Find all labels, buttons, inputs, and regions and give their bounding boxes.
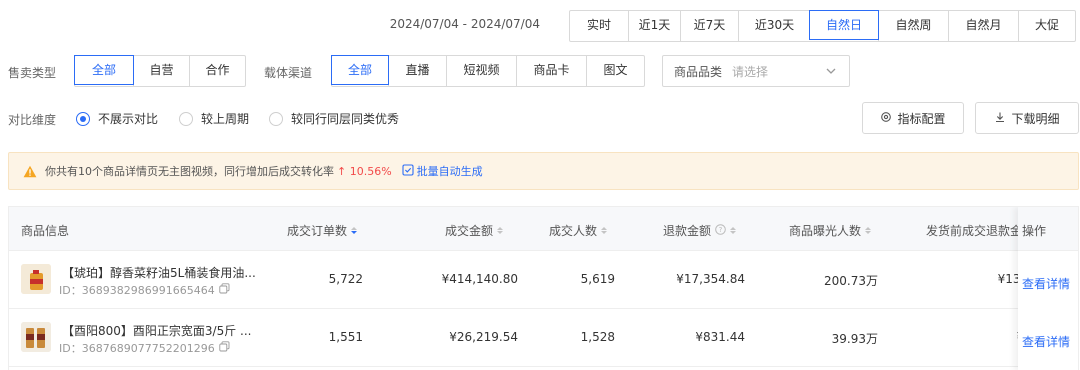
copy-icon[interactable] [219,283,230,297]
product-id: ID：3687689077752201296 [59,340,230,356]
period-big-promo[interactable]: 大促 [1018,11,1075,41]
col-exposure-label: 商品曝光人数 [789,224,862,238]
period-7days[interactable]: 近7天 [680,11,738,41]
date-row: 2024/07/04 - 2024/07/04 实时 近1天 近7天 近30天 … [0,10,1080,42]
alert-text: 你共有10个商品详情页无主图视频，同行增加后成交转化率 [45,165,334,178]
compare-peer-radio[interactable]: 较同行同层同类优秀 [269,110,399,127]
channel-tabs: 全部 直播 短视频 商品卡 图文 [331,55,645,87]
metrics-config-button[interactable]: 指标配置 [862,102,964,134]
gear-icon [880,111,892,126]
col-refund-label: 退款金额 [663,224,712,238]
channel-product-card[interactable]: 商品卡 [516,56,586,86]
cell-exposure: 39.93万 [831,332,878,346]
download-icon [994,111,1006,126]
radio-unchecked-icon [179,111,193,126]
col-refund[interactable]: 退款金额 ? [663,222,737,239]
metrics-config-label: 指标配置 [897,111,946,126]
col-orders-label: 成交订单数 [287,224,348,238]
table-row: 【酉阳800】酉阳正宗宽面3/5斤 ... ID：368768907775220… [9,309,1078,367]
sale-type-label: 售卖类型 [8,66,57,80]
cell-refund: ¥831.44 [695,330,745,344]
sort-icon [497,227,504,234]
product-id-text: ID：3689382986991665464 [59,284,215,297]
col-operation: 操作 [1018,207,1078,251]
product-id: ID：3689382986991665464 [59,282,230,298]
cell-orders: 5,722 [328,272,363,286]
sort-icon [601,227,608,234]
cell-exposure: 200.73万 [824,274,878,288]
sort-icon [865,227,872,234]
product-id-text: ID：3687689077752201296 [59,342,215,355]
period-natural-day[interactable]: 自然日 [809,10,879,40]
table-header: 商品信息 成交订单数 成交金额 成交人数 退款金额 ? 商品曝光人数 发货前成交… [9,207,1078,251]
compare-last-period-label: 较上周期 [201,112,250,126]
radio-unchecked-icon [269,111,283,126]
svg-text:?: ? [719,226,723,234]
compare-peer-label: 较同行同层同类优秀 [291,112,400,126]
date-range[interactable]: 2024/07/04 - 2024/07/04 [390,17,540,31]
period-tabs: 实时 近1天 近7天 近30天 自然日 自然周 自然月 大促 [569,10,1076,42]
table-row: 【琥珀】醇香菜籽油5L桶装食用油... ID：36893829869916654… [9,251,1078,309]
compare-row: 对比维度 不展示对比 较上周期 较同行同层同类优秀 指标配置 下载明细 [0,102,1080,134]
period-realtime[interactable]: 实时 [570,11,628,41]
col-buyers[interactable]: 成交人数 [549,222,608,239]
cell-orders: 1,551 [328,330,363,344]
channel-image-text[interactable]: 图文 [586,56,644,86]
view-detail-link[interactable]: 查看详情 [1022,275,1070,292]
warning-icon [23,165,37,178]
channel-label: 载体渠道 [264,66,313,80]
chevron-down-icon [825,65,837,80]
period-30days[interactable]: 近30天 [738,11,810,41]
alert-rate: ↑ 10.56% [337,164,392,178]
product-name[interactable]: 【酉阳800】酉阳正宗宽面3/5斤 ... [62,322,251,339]
radio-checked-icon [76,111,90,126]
col-product-info: 商品信息 [21,224,70,238]
sale-type-all[interactable]: 全部 [74,55,134,85]
product-image[interactable] [21,264,51,294]
cell-amount: ¥26,219.54 [449,330,518,344]
copy-icon[interactable] [219,341,230,355]
operation-column: 操作 查看详情 查看详情 [1018,207,1078,370]
cell-refund: ¥17,354.84 [676,272,745,286]
cell-buyers: 5,619 [580,272,615,286]
period-natural-month[interactable]: 自然月 [948,11,1018,41]
channel-all[interactable]: 全部 [331,55,389,85]
col-amount[interactable]: 成交金额 [445,222,504,239]
product-image[interactable] [21,322,51,352]
checkbox-icon [402,163,414,179]
col-amount-label: 成交金额 [445,224,494,238]
compare-none-label: 不展示对比 [98,112,159,126]
compare-none-radio[interactable]: 不展示对比 [76,110,158,127]
period-natural-week[interactable]: 自然周 [878,11,948,41]
col-exposure[interactable]: 商品曝光人数 [789,222,872,239]
cell-amount: ¥414,140.80 [441,272,518,286]
channel-short-video[interactable]: 短视频 [446,56,516,86]
batch-generate-link[interactable]: 批量自动生成 [402,163,483,179]
sale-type-partner[interactable]: 合作 [189,56,245,86]
sale-type-self[interactable]: 自营 [133,56,189,86]
product-name[interactable]: 【琥珀】醇香菜籽油5L桶装食用油... [62,264,256,281]
period-1day[interactable]: 近1天 [628,11,680,41]
channel-live[interactable]: 直播 [388,56,446,86]
category-placeholder: 请选择 [732,64,769,79]
batch-generate-label: 批量自动生成 [416,165,483,178]
sale-type-tabs: 全部 自营 合作 [74,55,246,87]
category-label: 商品品类 [674,64,723,79]
cell-buyers: 1,528 [580,330,615,344]
col-orders[interactable]: 成交订单数 [287,222,358,239]
help-icon: ? [715,223,726,238]
compare-label: 对比维度 [8,113,57,127]
sort-icon [730,227,737,234]
product-table: 商品信息 成交订单数 成交金额 成交人数 退款金额 ? 商品曝光人数 发货前成交… [8,206,1079,370]
alert-banner: 你共有10个商品详情页无主图视频，同行增加后成交转化率 ↑ 10.56% 批量自… [8,152,1079,190]
compare-last-period-radio[interactable]: 较上周期 [179,110,249,127]
category-select[interactable]: 商品品类 请选择 [662,55,850,87]
view-detail-link[interactable]: 查看详情 [1022,333,1070,350]
sort-icon [351,227,358,234]
download-detail-button[interactable]: 下载明细 [975,102,1079,134]
filter-row: 售卖类型 全部 自营 合作 载体渠道 全部 直播 短视频 商品卡 图文 商品品类… [0,55,1080,87]
download-detail-label: 下载明细 [1011,111,1060,126]
col-buyers-label: 成交人数 [549,224,598,238]
